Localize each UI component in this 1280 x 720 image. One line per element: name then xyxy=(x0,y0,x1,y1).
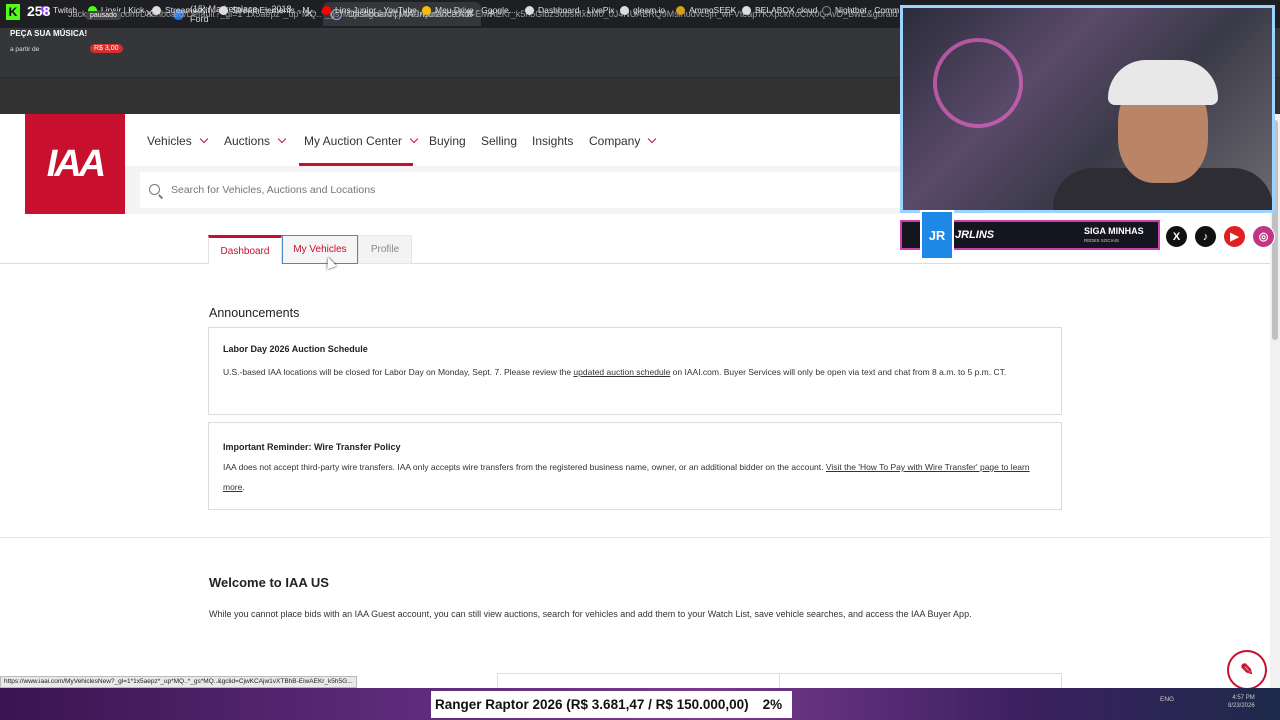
price-from-label: a partir de xyxy=(10,46,40,53)
welcome-text: While you cannot place bids with an IAA … xyxy=(209,609,972,619)
follow-sublabel: REDES SOCIAIS xyxy=(1084,238,1120,243)
kick-icon: K xyxy=(6,4,20,20)
donation-goal: Ranger Raptor 2026 (R$ 3.681,47 / R$ 150… xyxy=(431,691,793,718)
youtube-icon: ▶ xyxy=(1223,225,1246,248)
chevron-down-icon xyxy=(277,134,287,144)
nav-auctions[interactable]: Auctions xyxy=(224,134,287,148)
bookmark-belabox[interactable]: BELABOX cloud xyxy=(742,5,817,15)
status-url: https://www.iaai.com/MyVehiclesNew?_gl=1… xyxy=(0,676,357,688)
nav-insights[interactable]: Insights xyxy=(532,134,573,148)
tiktok-icon: ♪ xyxy=(1194,225,1217,248)
goal-text: Ranger Raptor 2026 (R$ 3.681,47 / R$ 150… xyxy=(435,697,749,712)
streamer-logo: JR xyxy=(920,210,954,260)
bookmark-streamerkit[interactable]: StreamerKit xyxy=(152,5,210,15)
tab-profile[interactable]: Profile xyxy=(358,235,412,264)
chevron-down-icon xyxy=(648,134,657,144)
follow-label: SIGA MINHAS xyxy=(1084,226,1144,236)
streamer-cap xyxy=(1108,60,1218,105)
search-input[interactable] xyxy=(171,182,871,198)
announcement-card: Labor Day 2026 Auction Schedule U.S.-bas… xyxy=(208,327,1062,415)
youtube-icon xyxy=(322,5,331,15)
announcement-heading: Labor Day 2026 Auction Schedule xyxy=(223,344,368,354)
instagram-icon: ◎ xyxy=(1252,225,1275,248)
search-icon[interactable] xyxy=(149,184,160,195)
nav-my-auction-center[interactable]: My Auction Center xyxy=(304,134,419,148)
announcement-text: IAA does not accept third-party wire tra… xyxy=(223,462,1030,492)
kick-overlay: K 258 pausado PEÇA SUA MÚSICA! a partir … xyxy=(0,0,140,58)
nav-company[interactable]: Company xyxy=(589,134,657,148)
streamelements-icon xyxy=(219,5,228,15)
gleam-icon xyxy=(620,5,629,15)
webcam-overlay xyxy=(900,5,1275,213)
price-badge: R$ 3,00 xyxy=(90,44,123,53)
bookmark-livepix[interactable]: Dashboard - LivePix xyxy=(525,5,615,15)
bookmark-streamelements[interactable]: StreamElements - M... xyxy=(219,5,317,15)
announcement-text: U.S.-based IAA locations will be closed … xyxy=(223,367,1007,377)
announcement-heading: Important Reminder: Wire Transfer Policy xyxy=(223,442,401,452)
welcome-heading: Welcome to IAA US xyxy=(209,575,329,590)
tab-my-vehicles[interactable]: My Vehicles xyxy=(282,235,358,264)
clock-time: 4:57 PM xyxy=(1232,695,1255,701)
paused-badge: pausado xyxy=(86,11,121,20)
section-divider xyxy=(0,537,1280,538)
viewer-count: 258 xyxy=(27,3,51,19)
auction-schedule-link[interactable]: updated auction schedule xyxy=(573,367,670,377)
iaa-logo[interactable]: IAA xyxy=(25,114,125,214)
streamer-name: JRLINS xyxy=(955,229,995,241)
nav-vehicles[interactable]: Vehicles xyxy=(147,134,208,148)
ammoseek-icon xyxy=(676,5,685,15)
tab-dashboard-page[interactable]: Dashboard xyxy=(208,235,282,264)
streamerkit-icon xyxy=(152,5,161,15)
taskbar-clock: 4:57 PM 8/23/2026 xyxy=(1228,694,1255,710)
bookmark-drive[interactable]: Meu Drive - Google... xyxy=(422,5,516,15)
nav-selling[interactable]: Selling xyxy=(481,134,517,148)
bookmark-nightbot[interactable]: Nightbot - Comm xyxy=(822,5,899,15)
neon-light xyxy=(933,38,1023,128)
x-icon: X xyxy=(1165,225,1188,248)
clock-date: 8/23/2026 xyxy=(1228,703,1255,709)
music-request-label: PEÇA SUA MÚSICA! xyxy=(10,29,88,38)
chevron-down-icon xyxy=(199,134,208,144)
chat-icon[interactable]: ✎ xyxy=(1227,650,1267,690)
bookmark-youtube[interactable]: Lins Junior - YouTube xyxy=(322,5,417,15)
announcements-heading: Announcements xyxy=(209,306,300,320)
globe-icon xyxy=(525,5,534,15)
subtabs-divider xyxy=(0,263,1280,264)
announcement-card: Important Reminder: Wire Transfer Policy… xyxy=(208,422,1062,510)
bookmark-gleam[interactable]: gleam.io xyxy=(620,5,665,15)
drive-icon xyxy=(422,5,431,15)
bookmark-ammoseek[interactable]: AmmoSEEK xyxy=(676,5,736,15)
nav-buying[interactable]: Buying xyxy=(429,134,466,148)
nightbot-icon xyxy=(822,5,831,15)
goal-percent: 2% xyxy=(762,697,783,712)
chevron-down-icon xyxy=(409,134,419,144)
tray-language: ENG xyxy=(1160,696,1175,703)
globe-icon xyxy=(742,5,751,15)
